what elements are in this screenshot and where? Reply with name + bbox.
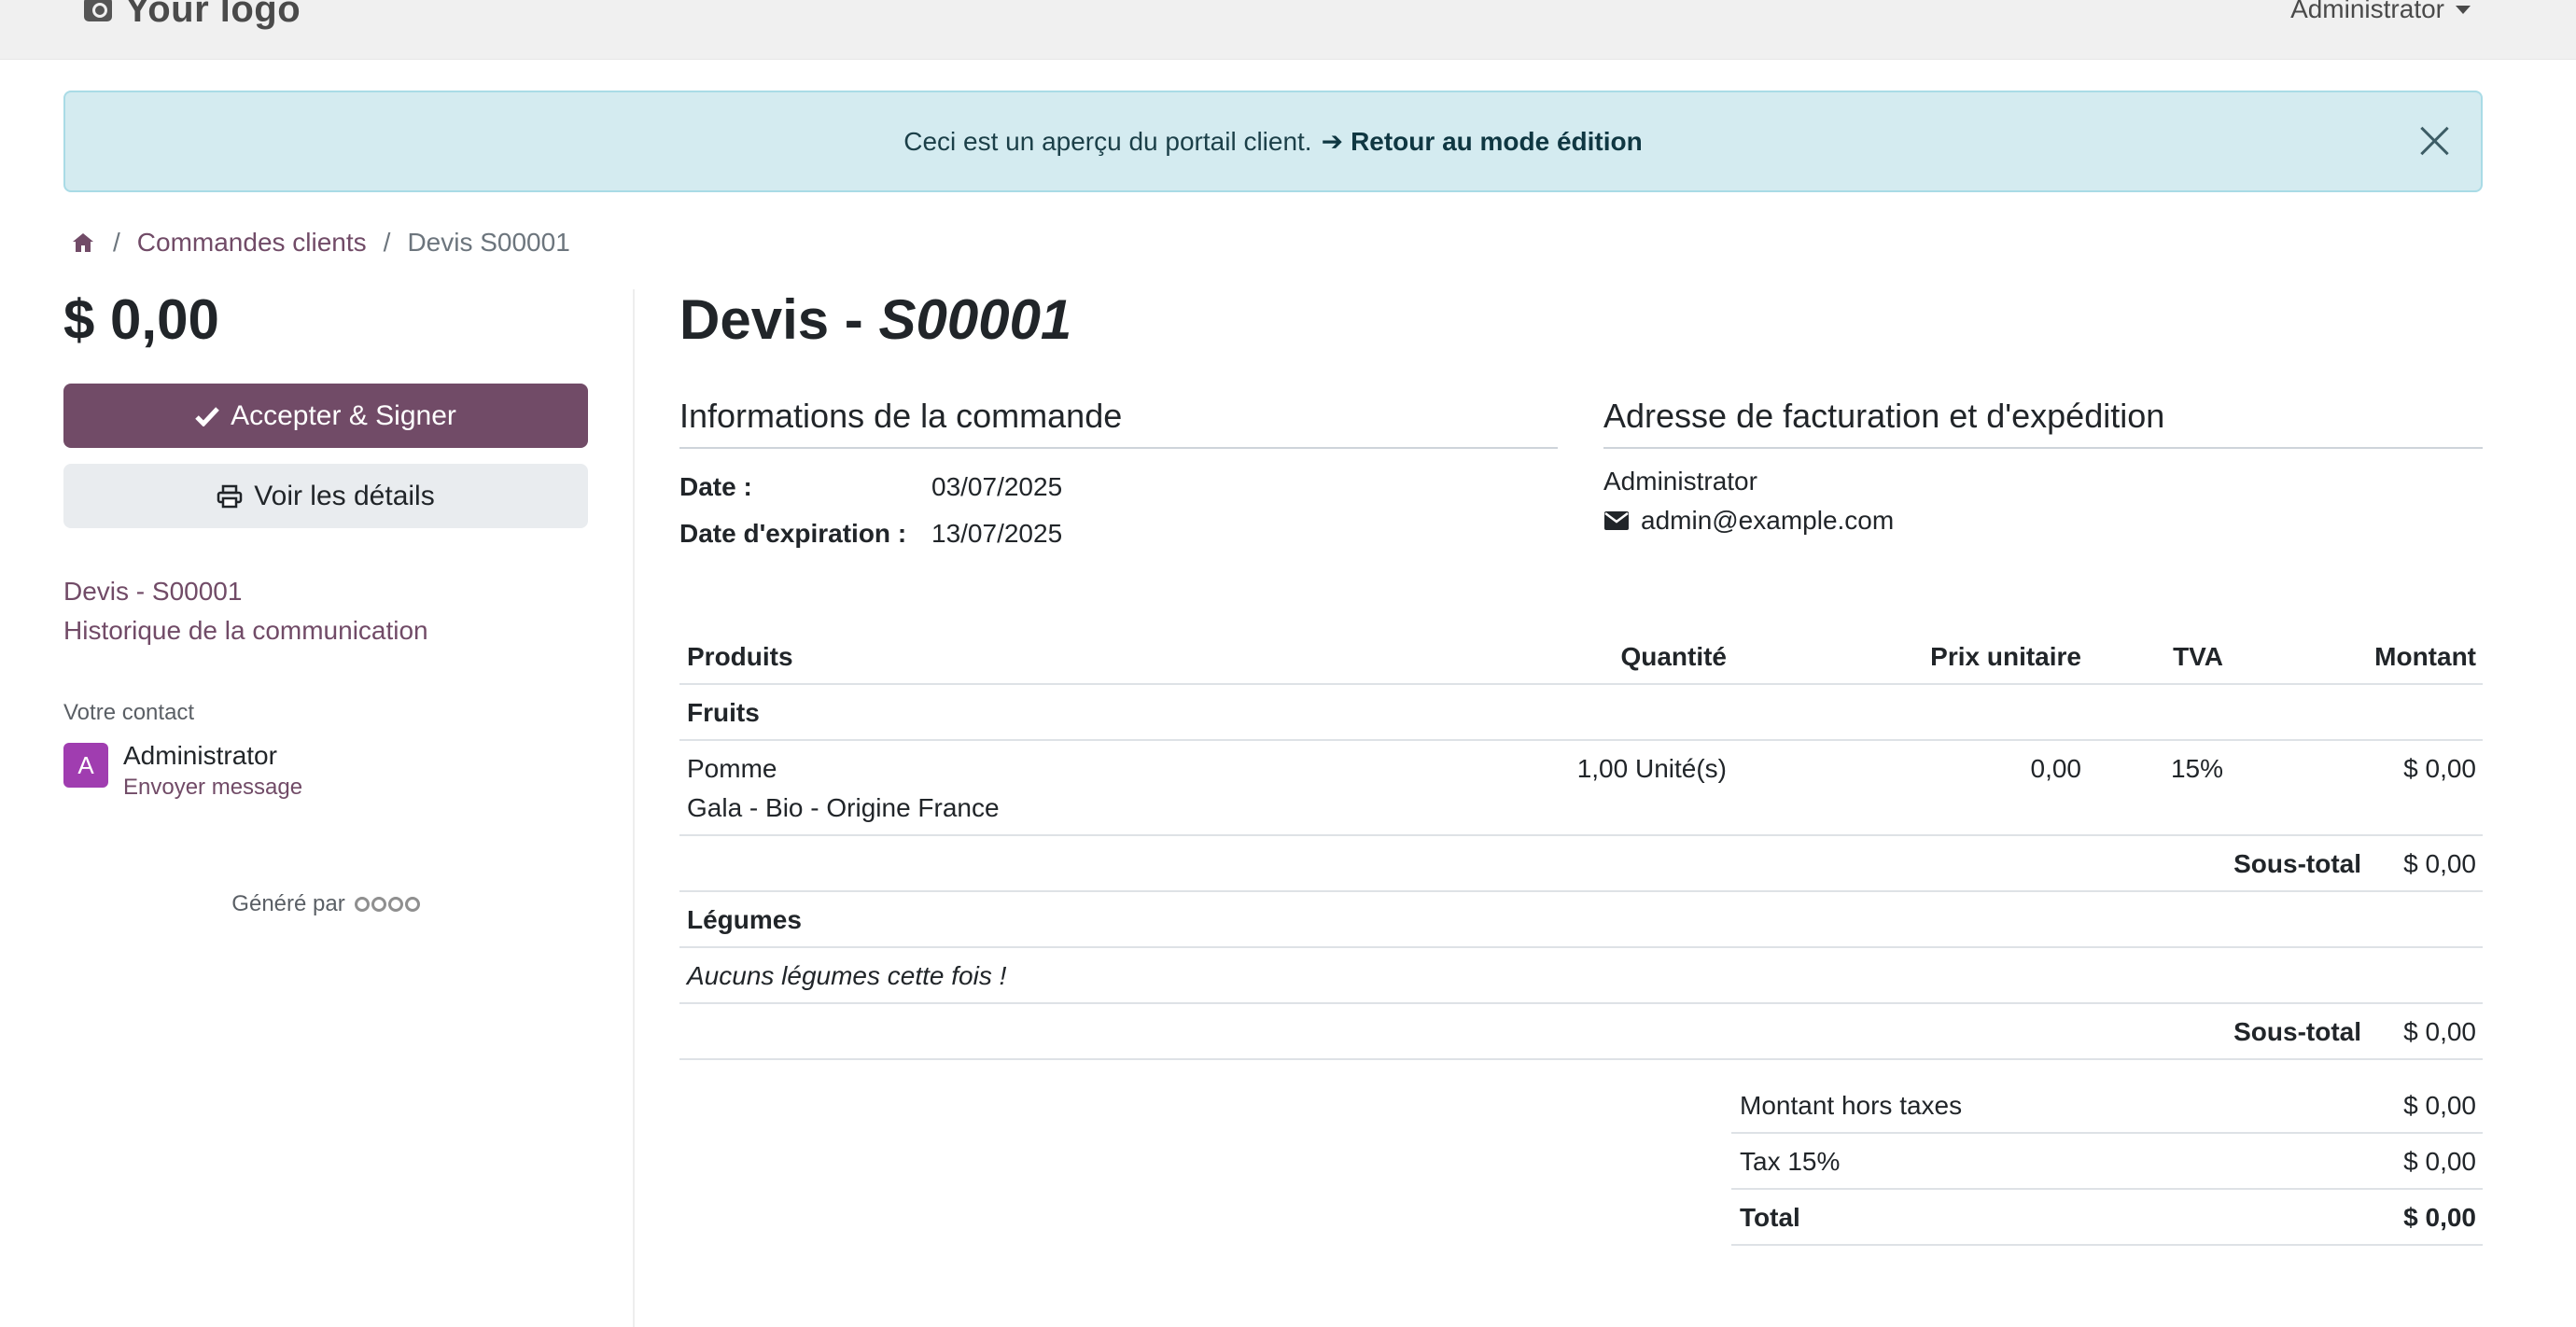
company-logo[interactable]: Your logo	[84, 0, 301, 32]
generated-by-label: Généré par	[231, 891, 345, 916]
subtotal-value: $ 0,00	[2403, 849, 2476, 878]
odoo-logo[interactable]	[354, 897, 420, 912]
col-amount: Montant	[2374, 642, 2476, 671]
breadcrumb-sales-orders[interactable]: Commandes clients	[137, 228, 367, 258]
top-navbar: Your logo Administrator	[0, 0, 2576, 60]
untaxed-label: Montant hors taxes	[1740, 1091, 1963, 1120]
user-menu[interactable]: Administrator	[2290, 0, 2471, 26]
arrow-right-icon: ➔	[1321, 127, 1344, 156]
address-email: admin@example.com	[1603, 506, 1894, 536]
check-icon	[195, 406, 219, 426]
subtotal-row: Sous-total $ 0,00	[679, 836, 2483, 892]
tax-label: Tax 15%	[1740, 1147, 1841, 1176]
section-row: Fruits	[679, 685, 2483, 741]
order-info-heading: Informations de la commande	[679, 397, 1558, 449]
tax-value: $ 0,00	[2403, 1147, 2476, 1176]
alert-text: Ceci est un aperçu du portail client.	[903, 126, 1312, 156]
expiry-label: Date d'expiration :	[679, 519, 907, 548]
col-tax: TVA	[2173, 642, 2223, 671]
subtotal-label: Sous-total	[2233, 849, 2361, 878]
product-name: Pomme	[687, 754, 777, 783]
line-tax: 15%	[2170, 754, 2223, 783]
col-products: Produits	[687, 642, 793, 671]
total-row: Total $ 0,00	[1731, 1190, 2483, 1246]
breadcrumb: / Commandes clients / Devis S00001	[70, 224, 570, 261]
note-text: Aucuns légumes cette fois !	[687, 961, 1007, 990]
col-unit-price: Prix unitaire	[1930, 642, 2081, 671]
tax-row: Tax 15% $ 0,00	[1731, 1134, 2483, 1190]
avatar: A	[63, 743, 108, 788]
preview-alert: Ceci est un aperçu du portail client. ➔ …	[63, 91, 2483, 192]
title-prefix: Devis -	[679, 288, 879, 351]
envelope-icon	[1604, 511, 1629, 530]
generated-by: Généré par	[63, 891, 588, 917]
col-quantity: Quantité	[1620, 642, 1727, 671]
camera-icon	[84, 0, 112, 21]
user-name: Administrator	[2290, 0, 2444, 23]
breadcrumb-separator: /	[383, 228, 391, 257]
section-row: Légumes	[679, 892, 2483, 948]
send-message-link[interactable]: Envoyer message	[123, 775, 302, 801]
product-description: Gala - Bio - Origine France	[687, 793, 1000, 822]
line-quantity: 1,00 Unité(s)	[1576, 754, 1727, 783]
contact-name: Administrator	[123, 741, 277, 770]
section-fruits: Fruits	[687, 698, 760, 727]
subtotal-value: $ 0,00	[2403, 1017, 2476, 1046]
line-unit-price: 0,00	[2030, 754, 2082, 783]
line-amount: $ 0,00	[2403, 754, 2476, 783]
breadcrumb-separator: /	[113, 228, 120, 257]
quote-link[interactable]: Devis - S00001	[63, 577, 242, 607]
total-value: $ 0,00	[2403, 1203, 2476, 1232]
email-text: admin@example.com	[1641, 506, 1895, 535]
caret-down-icon	[2456, 5, 2471, 14]
contact-label: Votre contact	[63, 700, 195, 725]
total-amount: $ 0,00	[63, 288, 219, 351]
table-header-row: Produits Quantité Prix unitaire TVA Mont…	[679, 625, 2483, 685]
home-icon[interactable]	[70, 230, 96, 256]
date-value: 03/07/2025	[931, 472, 1063, 501]
table-row: Pomme Gala - Bio - Origine France 1,00 U…	[679, 741, 2483, 836]
close-icon[interactable]	[2415, 122, 2453, 160]
page-title: Devis - S00001	[679, 287, 1071, 352]
section-vegetables: Légumes	[687, 905, 802, 934]
back-to-edit-link[interactable]: Retour au mode édition	[1351, 127, 1643, 157]
total-label: Total	[1740, 1203, 1800, 1232]
communication-history-link[interactable]: Historique de la communication	[63, 616, 428, 646]
subtotal-row: Sous-total $ 0,00	[679, 1004, 2483, 1060]
expiry-value: 13/07/2025	[931, 519, 1063, 548]
breadcrumb-current: Devis S00001	[407, 228, 570, 257]
view-details-label: Voir les détails	[254, 480, 435, 511]
address-name: Administrator	[1603, 467, 1757, 496]
column-divider	[633, 289, 635, 1327]
logo-text: Your logo	[125, 0, 301, 30]
accept-sign-label: Accepter & Signer	[231, 399, 456, 431]
address-heading: Adresse de facturation et d'expédition	[1603, 397, 2483, 449]
subtotal-label: Sous-total	[2233, 1017, 2361, 1046]
note-row: Aucuns légumes cette fois !	[679, 948, 2483, 1004]
date-label: Date :	[679, 472, 752, 501]
untaxed-value: $ 0,00	[2403, 1091, 2476, 1120]
untaxed-row: Montant hors taxes $ 0,00	[1731, 1078, 2483, 1134]
view-details-button[interactable]: Voir les détails	[63, 464, 588, 528]
title-number: S00001	[878, 288, 1072, 351]
accept-sign-button[interactable]: Accepter & Signer	[63, 384, 588, 448]
print-icon	[217, 484, 243, 508]
